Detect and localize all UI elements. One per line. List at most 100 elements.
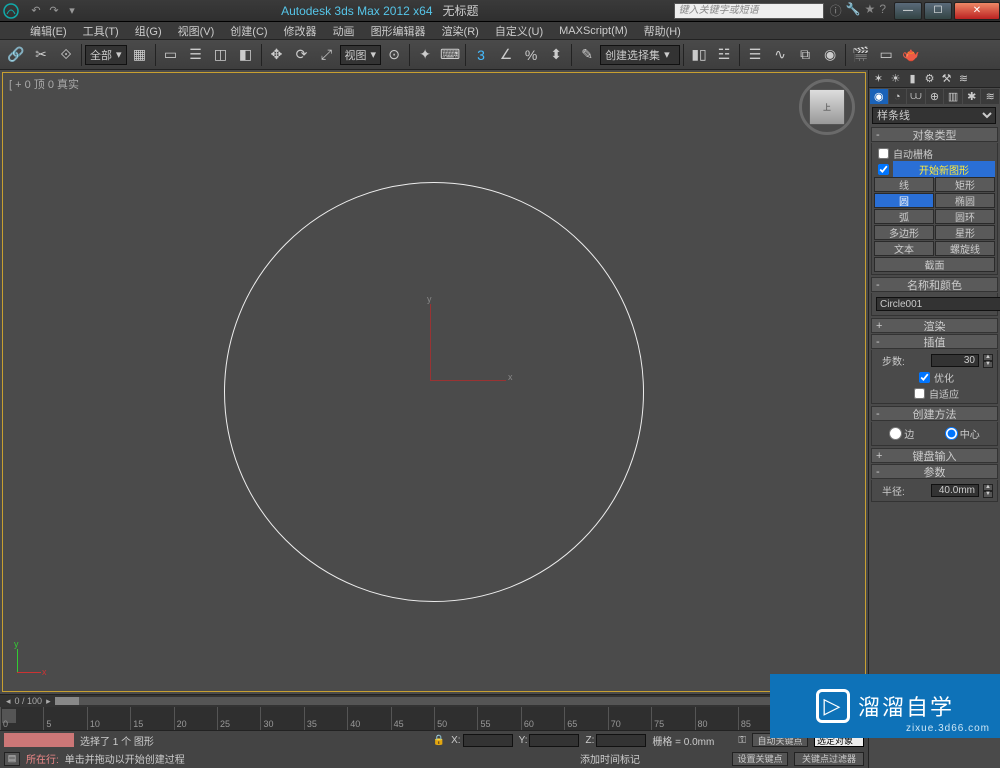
adaptive-checkbox[interactable] xyxy=(914,388,925,399)
radius-input[interactable] xyxy=(931,484,979,497)
rotate-icon[interactable]: ⟳ xyxy=(290,43,314,67)
help-icon[interactable]: ? xyxy=(879,2,886,19)
pivot-icon[interactable]: ⊙ xyxy=(382,43,406,67)
time-slider[interactable] xyxy=(55,697,862,705)
timetag-label[interactable]: 添加时间标记 xyxy=(580,751,640,766)
render-setup-icon[interactable]: 🎬 xyxy=(849,43,873,67)
manip-icon[interactable]: ✦ xyxy=(413,43,437,67)
keyframe-track[interactable] xyxy=(4,733,74,747)
keymode-icon[interactable]: ⌨ xyxy=(438,43,462,67)
render-icon[interactable]: 🫖 xyxy=(899,43,923,67)
link-icon[interactable]: 🔗 xyxy=(4,43,28,67)
rollout-namecolor[interactable]: -名称和颜色 xyxy=(871,277,998,292)
menu-group[interactable]: 组(G) xyxy=(129,23,168,39)
category-dropdown[interactable]: 样条线 xyxy=(872,107,996,124)
x-input[interactable] xyxy=(463,734,513,747)
select-name-icon[interactable]: ☰ xyxy=(184,43,208,67)
shape-线[interactable]: 线 xyxy=(874,177,934,192)
undo-icon[interactable]: ↶ xyxy=(28,3,44,19)
object-name-input[interactable] xyxy=(876,297,1000,311)
radio-edge[interactable]: 边 xyxy=(889,426,914,441)
search-input[interactable]: 键入关键字或短语 xyxy=(674,3,824,19)
viewcube[interactable]: 上 xyxy=(799,79,855,135)
shape-椭圆[interactable]: 椭圆 xyxy=(935,193,995,208)
percent-snap-icon[interactable]: % xyxy=(519,43,543,67)
curve-editor-icon[interactable]: ∿ xyxy=(768,43,792,67)
menu-create[interactable]: 创建(C) xyxy=(224,23,273,39)
shape-星形[interactable]: 星形 xyxy=(935,225,995,240)
radio-center[interactable]: 中心 xyxy=(945,426,980,441)
timeslider-prev[interactable]: ◂ xyxy=(6,696,11,707)
menu-view[interactable]: 视图(V) xyxy=(172,23,221,39)
unlink-icon[interactable]: ✂ xyxy=(29,43,53,67)
startnew-checkbox[interactable] xyxy=(878,164,889,175)
menu-tools[interactable]: 工具(T) xyxy=(77,23,125,39)
steps-up[interactable]: ▲ xyxy=(983,354,993,361)
window-crossing-icon[interactable]: ◧ xyxy=(234,43,258,67)
optimize-checkbox[interactable] xyxy=(919,372,930,383)
keyfilter-button[interactable]: 关键点过滤器 xyxy=(794,752,864,766)
scale-icon[interactable]: ⤢ xyxy=(315,43,339,67)
hammer-icon[interactable]: ⚒ xyxy=(939,71,954,86)
menu-help[interactable]: 帮助(H) xyxy=(638,23,687,39)
minimize-button[interactable]: — xyxy=(894,2,922,20)
edit-named-icon[interactable]: ✎ xyxy=(575,43,599,67)
menu-maxscript[interactable]: MAXScript(M) xyxy=(553,25,633,37)
rollout-params[interactable]: -参数 xyxy=(871,464,998,479)
align-icon[interactable]: ☳ xyxy=(712,43,736,67)
menu-grapheditors[interactable]: 图形编辑器 xyxy=(365,23,432,39)
menu-render[interactable]: 渲染(R) xyxy=(436,23,485,39)
lock-icon[interactable]: 🔒 xyxy=(433,735,445,746)
steps-down[interactable]: ▼ xyxy=(983,361,993,368)
tab-utilities[interactable]: ✱ xyxy=(963,89,981,104)
radius-up[interactable]: ▲ xyxy=(983,484,993,491)
waves-icon[interactable]: ≋ xyxy=(956,71,971,86)
tab-modify[interactable]: ◔ xyxy=(889,89,907,104)
tab-motion[interactable]: ⊕ xyxy=(926,89,944,104)
material-icon[interactable]: ◉ xyxy=(818,43,842,67)
bind-icon[interactable]: ⟐ xyxy=(54,43,78,67)
steps-input[interactable] xyxy=(931,354,979,367)
brush-icon[interactable]: ▮ xyxy=(905,71,920,86)
tab-extra[interactable]: ≋ xyxy=(981,89,999,104)
menu-customize[interactable]: 自定义(U) xyxy=(489,23,549,39)
shape-截面[interactable]: 截面 xyxy=(874,257,995,272)
angle-snap-icon[interactable]: ∠ xyxy=(494,43,518,67)
shape-圆[interactable]: 圆 xyxy=(874,193,934,208)
maximize-button[interactable]: ☐ xyxy=(924,2,952,20)
rollout-render[interactable]: +渲染 xyxy=(871,318,998,333)
viewport-area[interactable]: [ + 0 顶 0 真实 上 y x yx xyxy=(0,70,868,694)
gear-icon[interactable]: ⚙ xyxy=(922,71,937,86)
rollout-interp[interactable]: -插值 xyxy=(871,334,998,349)
schematic-icon[interactable]: ⧉ xyxy=(793,43,817,67)
app-logo[interactable] xyxy=(0,0,22,22)
radius-down[interactable]: ▼ xyxy=(983,491,993,498)
setkey-button[interactable]: 设置关键点 xyxy=(732,752,788,766)
filter-icon[interactable]: ▦ xyxy=(128,43,152,67)
light-icon[interactable]: ☀ xyxy=(888,71,903,86)
selection-scope-dropdown[interactable]: 全部▾ xyxy=(85,45,127,65)
menu-modifiers[interactable]: 修改器 xyxy=(278,23,323,39)
snap-icon[interactable]: 3 xyxy=(469,43,493,67)
menu-edit[interactable]: 编辑(E) xyxy=(24,23,73,39)
maxscript-mini-icon[interactable]: ▤ xyxy=(4,752,20,766)
rollout-method[interactable]: -创建方法 xyxy=(871,406,998,421)
info-icon[interactable]: ⓘ xyxy=(830,2,842,19)
shape-螺旋线[interactable]: 螺旋线 xyxy=(935,241,995,256)
autogrid-checkbox[interactable] xyxy=(878,148,889,159)
key-icon[interactable]: ⚿ xyxy=(738,735,746,746)
shape-弧[interactable]: 弧 xyxy=(874,209,934,224)
move-icon[interactable]: ✥ xyxy=(265,43,289,67)
z-input[interactable] xyxy=(596,734,646,747)
mirror-icon[interactable]: ▮▯ xyxy=(687,43,711,67)
close-button[interactable]: ✕ xyxy=(954,2,1000,20)
shape-圆环[interactable]: 圆环 xyxy=(935,209,995,224)
tab-create[interactable]: ◉ xyxy=(870,89,888,104)
select-region-icon[interactable]: ◫ xyxy=(209,43,233,67)
circle-shape[interactable] xyxy=(224,182,644,602)
startnew-button[interactable]: 开始新图形 xyxy=(893,161,995,178)
tab-hierarchy[interactable]: ⩊ xyxy=(907,89,925,104)
redo-icon[interactable]: ↷ xyxy=(46,3,62,19)
refcoord-dropdown[interactable]: 视图▾ xyxy=(340,45,382,65)
spinner-snap-icon[interactable]: ⬍ xyxy=(544,43,568,67)
